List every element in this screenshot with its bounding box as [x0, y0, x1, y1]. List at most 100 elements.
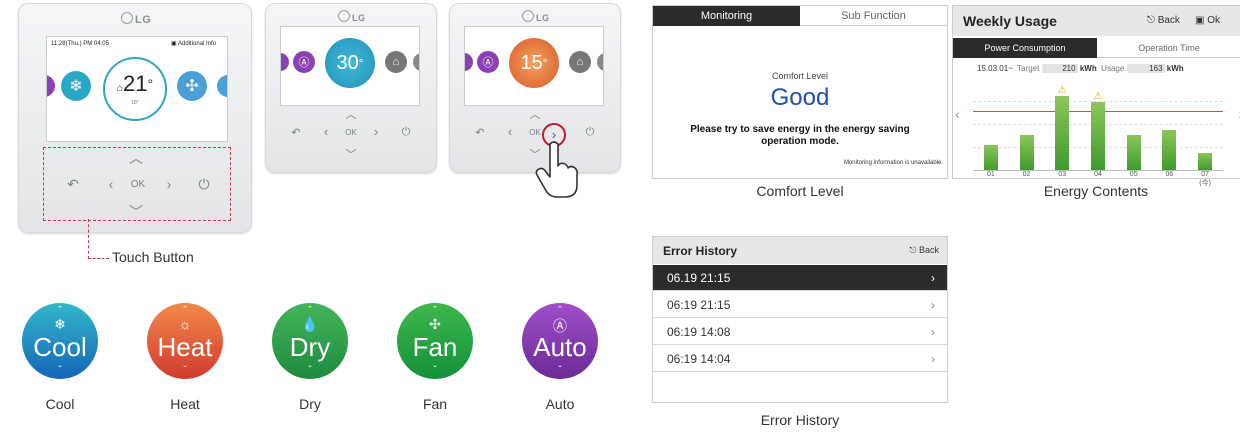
- chevron-right-icon: ›: [931, 297, 935, 312]
- chart-bar-01: [983, 145, 998, 170]
- dry-icon: 💧: [301, 316, 319, 332]
- back-icon[interactable]: ↶: [63, 176, 83, 193]
- x-tick-label: 04: [1094, 171, 1102, 178]
- mode-edge-right[interactable]: [413, 53, 419, 71]
- auto-mode-icon[interactable]: Ⓐ: [293, 51, 315, 73]
- energy-title: Weekly Usage: [963, 13, 1057, 29]
- chart-bar-04: [1091, 101, 1105, 170]
- down-chevron-icon: ˇ: [58, 365, 62, 376]
- error-history-row[interactable]: 06.19 21:15 ›: [653, 265, 947, 291]
- auto-mode-icon[interactable]: Ⓐ: [477, 51, 499, 73]
- thermostat-screen: Ⓐ 30 ° ⌂: [280, 26, 420, 106]
- back-icon[interactable]: ↶: [470, 126, 490, 139]
- back-icon[interactable]: ↶: [286, 126, 306, 139]
- up-chevron-icon: ˆ: [58, 305, 62, 317]
- x-tick-label: 07 (今): [1199, 171, 1211, 187]
- power-icon[interactable]: ⏻: [194, 176, 214, 193]
- mode-dry-button[interactable]: ˆ 💧 Dry ˇ: [272, 303, 348, 379]
- cool-icon: ❄: [54, 316, 66, 332]
- left-arrow-button[interactable]: ‹: [316, 124, 336, 139]
- back-button[interactable]: ⎋ Back: [1147, 15, 1180, 26]
- temperature-dial: 30 °: [325, 38, 375, 88]
- mode-heat-button[interactable]: ˆ ☼ Heat ˇ: [147, 303, 223, 379]
- error-header: Error History ⎋ Back: [653, 237, 947, 264]
- x-tick-label: 06: [1165, 171, 1174, 178]
- error-timestamp: 06.19 21:15: [667, 270, 731, 285]
- up-arrow-button[interactable]: ︿: [525, 106, 545, 122]
- chart-prev-arrow[interactable]: ‹: [955, 106, 960, 122]
- mode-caption: Heat: [170, 396, 200, 412]
- mode-edge-left[interactable]: [465, 53, 473, 71]
- comfort-level-caption: Comfort Level: [756, 183, 844, 199]
- mode-name: Fan: [412, 332, 458, 362]
- chart-bar-07 (今): [1198, 152, 1213, 170]
- chart-bar-06: [1162, 130, 1177, 170]
- comfort-level-label: Comfort Level: [771, 71, 829, 81]
- mode-auto-button[interactable]: ˆ Ⓐ Auto ˇ: [522, 303, 598, 379]
- thermostat-main: LG 11.28(Thu.) PM 04:05 ▣ Additional Inf…: [18, 3, 252, 233]
- thermostat-heating: LG Ⓐ 15 ° ⌂ ︿ ↶ ‹ OK › ⏻ ﹀: [449, 3, 621, 198]
- energy-saving-message: Please try to save energy in the energy …: [690, 124, 910, 147]
- chevron-right-icon: ›: [931, 270, 935, 285]
- comfort-tabs: Monitoring Sub Function: [653, 6, 947, 26]
- tab-operation-time[interactable]: Operation Time: [1097, 38, 1240, 58]
- ok-button[interactable]: OK: [339, 128, 363, 137]
- tab-monitoring[interactable]: Monitoring: [653, 6, 800, 26]
- chevron-right-icon: ›: [931, 351, 935, 366]
- warning-icon: ⚠: [1057, 85, 1067, 97]
- right-arrow-button[interactable]: ›: [159, 176, 179, 192]
- mode-cool-button[interactable]: ˆ ❄ Cool ˇ: [22, 303, 98, 379]
- thermostat-screen: 11.28(Thu.) PM 04:05 ▣ Additional Info ❄…: [46, 36, 228, 142]
- fan-icon: ✣: [429, 316, 441, 332]
- down-chevron-icon: ˇ: [433, 365, 437, 376]
- touch-label-connector: [88, 219, 109, 259]
- fan-mode-icon[interactable]: ✣: [177, 71, 207, 101]
- cool-mode-icon[interactable]: ❄: [61, 71, 91, 101]
- up-arrow-button[interactable]: ︿: [126, 148, 146, 168]
- mode-fan-button[interactable]: ˆ ✣ Fan ˇ: [397, 303, 473, 379]
- mode-edge-left[interactable]: [281, 53, 289, 71]
- up-arrow-button[interactable]: ︿: [341, 106, 361, 122]
- energy-tabs: Power Consumption Operation Time: [953, 38, 1240, 58]
- left-arrow-button[interactable]: ‹: [500, 124, 520, 139]
- mode-name: Cool: [33, 332, 87, 362]
- error-history-row[interactable]: 06:19 14:04 ›: [653, 346, 947, 372]
- weekly-usage-chart: 01 02 ⚠ 03 ⚠ 04 05 06 07 (今): [973, 78, 1223, 187]
- ok-button[interactable]: ▣ Ok: [1195, 15, 1220, 26]
- energy-contents-caption: Energy Contents: [1043, 183, 1149, 199]
- tab-power-consumption[interactable]: Power Consumption: [953, 38, 1097, 58]
- additional-info-button[interactable]: ▣ Additional Info: [171, 40, 216, 47]
- ok-button[interactable]: OK: [126, 179, 150, 190]
- tab-sub-function[interactable]: Sub Function: [800, 6, 947, 26]
- mode-caption: Dry: [299, 396, 321, 412]
- error-history-caption: Error History: [760, 412, 840, 428]
- mode-caption: Fan: [422, 396, 448, 412]
- up-chevron-icon: ˆ: [183, 305, 187, 317]
- right-arrow-button[interactable]: ›: [366, 124, 386, 139]
- warning-icon: ⚠: [1093, 90, 1103, 102]
- chevron-right-icon: ›: [931, 324, 935, 339]
- mode-edge-right[interactable]: [217, 75, 227, 97]
- error-history-panel: Error History ⎋ Back 06.19 21:15 › 06:19 2…: [652, 236, 948, 403]
- down-arrow-button[interactable]: ﹀: [126, 202, 146, 222]
- mode-caption: Auto: [545, 396, 575, 412]
- lg-logo: LG: [121, 12, 151, 26]
- left-arrow-button[interactable]: ‹: [101, 176, 121, 192]
- back-button[interactable]: ⎋ Back: [909, 245, 939, 256]
- down-chevron-icon: ˇ: [183, 365, 187, 376]
- chart-bar-02: [1019, 135, 1034, 170]
- touch-button-label: Touch Button: [112, 249, 194, 265]
- down-arrow-button[interactable]: ﹀: [341, 146, 361, 162]
- chart-bar-05: [1126, 135, 1141, 170]
- home-mode-icon[interactable]: ⌂: [385, 51, 407, 73]
- error-history-row[interactable]: 06:19 21:15 ›: [653, 292, 947, 318]
- error-history-row[interactable]: 06:19 14:08 ›: [653, 319, 947, 345]
- mode-edge-right[interactable]: [597, 53, 603, 71]
- mode-edge-left[interactable]: [47, 75, 55, 97]
- up-chevron-icon: ˆ: [433, 305, 437, 317]
- datetime-label: 11.28(Thu.) PM 04:05: [51, 41, 109, 47]
- home-mode-icon[interactable]: ⌂: [569, 51, 591, 73]
- power-icon[interactable]: ⏻: [396, 126, 416, 139]
- up-chevron-icon: ˆ: [558, 305, 562, 317]
- down-chevron-icon: ˇ: [308, 365, 312, 376]
